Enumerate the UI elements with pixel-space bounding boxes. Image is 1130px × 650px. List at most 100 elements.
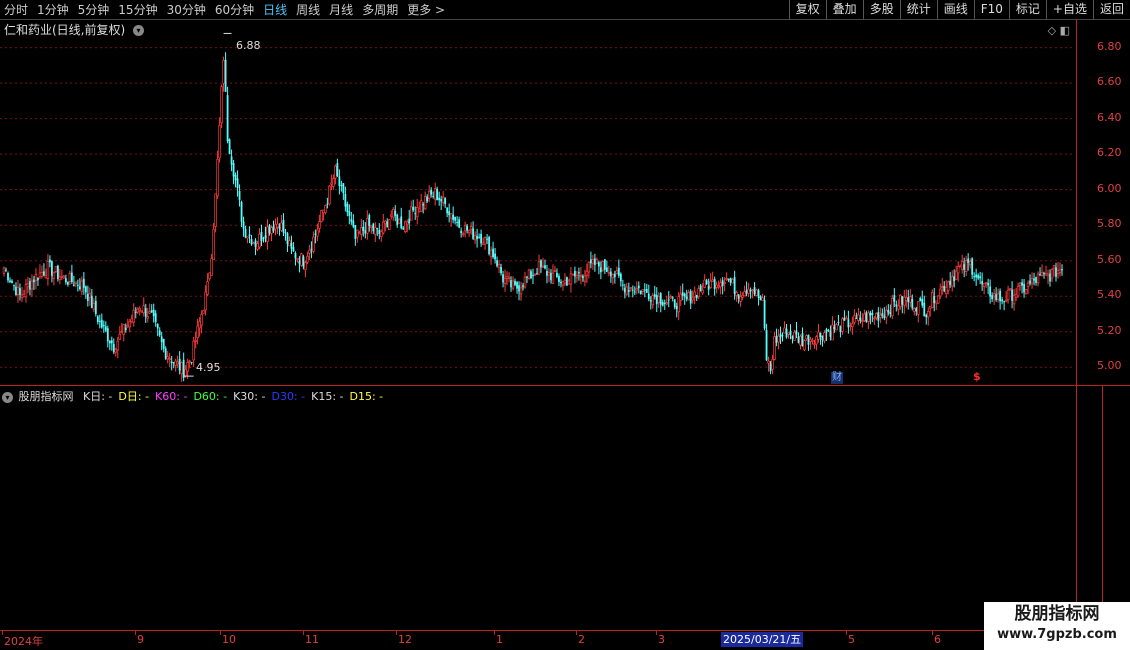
candle [558,273,560,286]
candle [1004,291,1008,303]
candle [1036,271,1040,287]
candle [372,222,375,234]
candle [821,335,824,347]
chevron-down-icon[interactable]: ▾ [2,391,13,403]
candle [458,216,461,229]
candle [1044,265,1048,276]
period-tab[interactable]: 周线 [296,2,320,18]
candle [308,244,311,260]
period-tab[interactable]: 1分钟 [37,2,69,18]
candle [26,276,30,294]
candle [1024,289,1028,295]
indicator-name[interactable]: 股朋指标网 [19,390,74,403]
candle [30,274,34,298]
candle [797,332,800,344]
candle [546,264,548,284]
candle [461,231,465,238]
candle [500,263,502,276]
period-tabs: 分时 1分钟 5分钟 15分钟 30分钟 60分钟 日线 周线 月线 多周期 更多 > [4,2,445,18]
price-axis: 6.80 6.60 6.40 6.20 6.00 5.80 5.60 5.40 5.20 5.00 [1076,20,1130,386]
candle [362,220,365,237]
candle [677,291,680,321]
candle [262,236,265,243]
candle [496,256,498,268]
candle [492,241,494,259]
candle [402,225,405,230]
candle [683,292,686,305]
candle [126,318,130,328]
candle [54,266,58,274]
period-tab[interactable]: 30分钟 [167,2,206,18]
candle [919,296,922,302]
financial-report-marker[interactable]: 财 [831,372,843,384]
period-tab[interactable]: 15分钟 [118,2,157,18]
candle [859,311,862,324]
candlestick-chart[interactable] [0,20,1075,386]
candle [288,236,291,247]
candle [556,268,558,279]
price-tick-label: 6.80 [1097,39,1122,53]
candle [132,303,136,327]
toolbar-button[interactable]: 画线 [936,0,974,19]
period-tab[interactable]: 月线 [329,2,353,18]
candle [522,282,524,291]
toolbar-button[interactable]: 返回 [1092,0,1130,19]
candle [507,272,511,283]
candle [963,257,966,278]
candle [198,317,201,337]
date-axis: 2025/03/21/五 2024年 9 10 11 12 1 2 3 5 6 [0,630,1130,650]
candle [779,326,782,344]
candle [615,266,619,275]
candle [769,361,772,375]
candle [244,225,247,239]
candle [92,298,96,313]
candle [200,310,203,334]
candle [849,322,852,331]
candle [627,282,630,298]
candle [867,310,870,330]
candle [415,198,419,225]
candle [150,304,153,313]
period-tab[interactable]: 60分钟 [215,2,254,18]
candle [805,334,808,341]
candle [843,310,846,322]
toolbar-button[interactable]: 标记 [1008,0,1046,19]
candle [789,324,792,340]
candle [873,316,876,325]
toolbar-button[interactable]: 复权 [788,0,826,19]
period-tab[interactable]: 更多 > [407,2,445,18]
candle [619,272,622,287]
candle [639,290,642,295]
candle [761,293,764,301]
candle [823,330,826,344]
period-tab[interactable]: 多周期 [362,2,398,18]
candle [60,269,64,280]
toolbar-button[interactable]: F10 [973,0,1009,19]
candle [1033,272,1035,286]
date-tick-label: 3 [658,633,665,646]
candle [360,218,363,241]
candle [1043,271,1045,279]
candle [326,197,329,209]
candle [403,220,407,234]
candle [270,225,273,242]
candle [691,290,694,304]
candle [64,274,67,285]
candle [238,184,241,207]
period-tab[interactable]: 5分钟 [78,2,110,18]
candle [76,279,79,292]
period-tab[interactable]: 分时 [4,2,28,18]
candle [987,278,990,295]
candle [16,279,20,303]
candle [46,254,50,286]
toolbar-button[interactable]: 叠加 [825,0,863,19]
toolbar-button[interactable]: 统计 [899,0,937,19]
toolbar-button[interactable]: +自选 [1045,0,1093,19]
candle [607,265,611,277]
period-tab[interactable]: 日线 [263,2,287,18]
dividend-marker[interactable]: $ [973,370,981,383]
price-tick-label: 6.00 [1097,181,1122,195]
candle [791,335,794,344]
toolbar-button[interactable]: 多股 [862,0,900,19]
candle [923,295,926,317]
